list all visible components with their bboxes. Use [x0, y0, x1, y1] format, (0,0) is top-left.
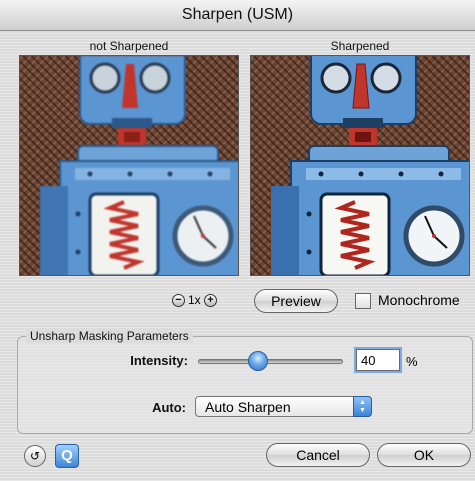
monochrome-checkbox[interactable]: [355, 293, 371, 309]
auto-select[interactable]: Auto Sharpen ▲ ▼: [195, 396, 372, 417]
robot-image-sharpened: [271, 56, 469, 275]
group-title: Unsharp Masking Parameters: [26, 329, 193, 343]
window-title: Sharpen (USM): [181, 6, 294, 23]
q-icon[interactable]: Q: [55, 444, 79, 468]
sharpened-preview-image[interactable]: [250, 55, 470, 276]
intensity-field[interactable]: [356, 349, 400, 371]
auto-select-value: Auto Sharpen: [205, 399, 291, 415]
select-arrows-icon: ▲ ▼: [353, 396, 372, 417]
zoom-out-icon[interactable]: −: [172, 294, 185, 307]
intensity-slider-track[interactable]: [198, 359, 343, 364]
monochrome-label: Monochrome: [378, 292, 460, 308]
auto-label: Auto:: [152, 400, 186, 415]
zoom-in-icon[interactable]: +: [204, 294, 217, 307]
intensity-slider-knob[interactable]: [248, 351, 268, 371]
cancel-button[interactable]: Cancel: [266, 443, 370, 467]
reset-icon[interactable]: ↺: [24, 445, 46, 467]
sharpened-label: Sharpened: [330, 39, 390, 53]
robot-image-original: [40, 56, 238, 275]
preview-button[interactable]: Preview: [254, 289, 338, 313]
original-preview-image[interactable]: [19, 55, 239, 276]
zoom-level: 1x: [188, 293, 201, 307]
intensity-unit: %: [406, 354, 418, 369]
intensity-label: Intensity:: [130, 353, 188, 368]
unsharp-masking-group: [17, 336, 473, 434]
ok-button[interactable]: OK: [377, 443, 471, 467]
not-sharpened-label: not Sharpened: [89, 39, 169, 53]
title-bar: Sharpen (USM): [0, 0, 475, 31]
